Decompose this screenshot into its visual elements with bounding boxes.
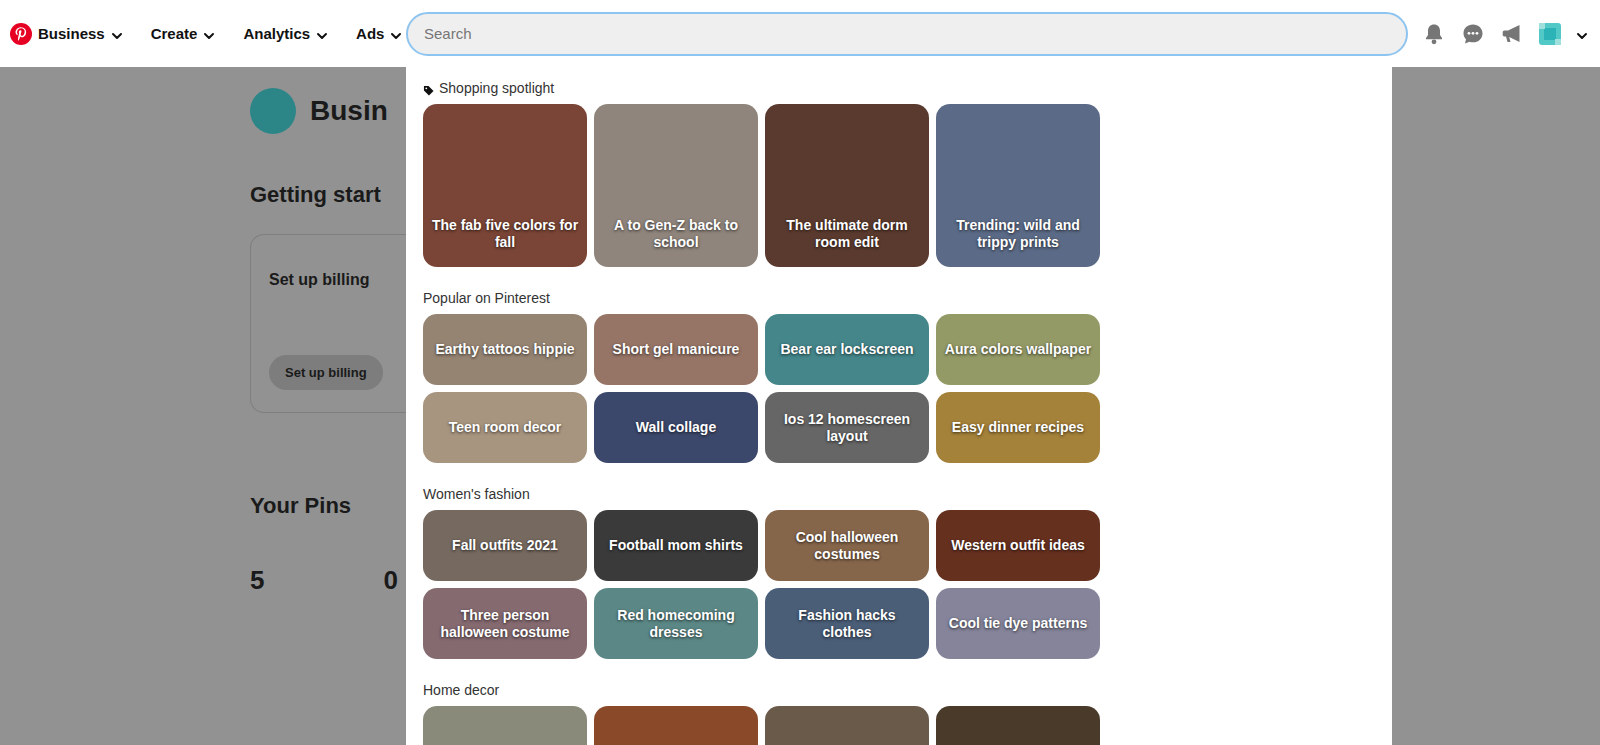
search-tile[interactable]: Teen room decor: [423, 392, 587, 463]
section-title-text: Popular on Pinterest: [423, 290, 550, 306]
search-tile[interactable]: [423, 706, 587, 745]
megaphone-icon[interactable]: [1500, 22, 1524, 46]
search-field[interactable]: [406, 12, 1408, 56]
brand-menu[interactable]: Business: [10, 23, 123, 45]
search-tile[interactable]: A to Gen-Z back to school: [594, 104, 758, 267]
tile-label[interactable]: Fashion hacks clothes: [773, 607, 921, 641]
section-title-text: Women's fashion: [423, 486, 530, 502]
search-tile[interactable]: Cool tie dye patterns: [936, 588, 1100, 659]
tile-label[interactable]: Earthy tattoos hippie: [435, 341, 574, 358]
dropdown-section: Shopping spotlight The fab five colors fo…: [423, 79, 1375, 267]
chevron-down-icon[interactable]: [111, 28, 123, 40]
bell-icon[interactable]: [1422, 22, 1446, 46]
pin-stat: 5: [250, 565, 264, 596]
search-tile[interactable]: The fab five colors for fall: [423, 104, 587, 267]
billing-card: Set up billing Set up billing: [250, 234, 406, 413]
search-tile[interactable]: Trending: wild and trippy prints: [936, 104, 1100, 267]
getting-started-title: Getting start: [250, 182, 406, 208]
section-title: Women's fashion: [423, 485, 1375, 503]
chevron-down-icon[interactable]: [316, 28, 328, 40]
billing-card-title: Set up billing: [269, 271, 406, 289]
search-tile[interactable]: Cool halloween costumes: [765, 510, 929, 581]
search-tile[interactable]: Earthy tattoos hippie: [423, 314, 587, 385]
search-tile[interactable]: Football mom shirts: [594, 510, 758, 581]
tile-label[interactable]: Bear ear lockscreen: [780, 341, 913, 358]
profile-title: Busin: [310, 95, 388, 127]
tile-label[interactable]: Wall collage: [636, 419, 716, 436]
page-column: BusinGetting startSet up billingSet up b…: [250, 67, 406, 596]
search-tile[interactable]: Ios 12 homescreen layout: [765, 392, 929, 463]
section-title: Home decor: [423, 681, 1375, 699]
tile-label[interactable]: Teen room decor: [449, 419, 562, 436]
search-tile[interactable]: Short gel manicure: [594, 314, 758, 385]
section-title-text: Home decor: [423, 682, 499, 698]
account-chevron-icon[interactable]: [1576, 28, 1588, 40]
section-title-text: Shopping spotlight: [439, 80, 554, 96]
tile-label[interactable]: Three person halloween costume: [431, 607, 579, 641]
tile-label[interactable]: Easy dinner recipes: [952, 419, 1084, 436]
search-tile[interactable]: Wall collage: [594, 392, 758, 463]
tile-label[interactable]: Cool halloween costumes: [773, 529, 921, 563]
tile-label[interactable]: The ultimate dorm room edit: [773, 217, 921, 251]
nav-menu[interactable]: Analytics: [243, 25, 328, 42]
account-avatar-icon[interactable]: [1539, 23, 1561, 45]
search-tile[interactable]: [936, 706, 1100, 745]
tile-label[interactable]: Football mom shirts: [609, 537, 743, 554]
chevron-down-icon[interactable]: [390, 28, 402, 40]
search-tile[interactable]: The ultimate dorm room edit: [765, 104, 929, 267]
tile-label[interactable]: Fall outfits 2021: [452, 537, 558, 554]
tile-label[interactable]: Ios 12 homescreen layout: [773, 411, 921, 445]
dropdown-section: Women's fashion Fall outfits 2021 Football…: [423, 485, 1375, 659]
nav-menu-label[interactable]: Analytics: [243, 25, 310, 42]
pins-title: Your Pins: [250, 493, 406, 519]
dropdown-section: Home decor: [423, 681, 1375, 745]
search-tile[interactable]: [765, 706, 929, 745]
search-tile[interactable]: [594, 706, 758, 745]
nav-menu[interactable]: Create: [151, 25, 216, 42]
tile-label[interactable]: Cool tie dye patterns: [949, 615, 1087, 632]
tile-grid: The fab five colors for fall A to Gen-Z b…: [423, 104, 1375, 267]
header-icons: [1408, 22, 1600, 46]
top-bar: Business Create Analytics Ads: [0, 0, 1600, 67]
profile-avatar: [250, 88, 296, 134]
search-tile[interactable]: Easy dinner recipes: [936, 392, 1100, 463]
nav-group: Business Create Analytics Ads: [0, 23, 406, 45]
messages-icon[interactable]: [1461, 22, 1485, 46]
tile-label[interactable]: Short gel manicure: [613, 341, 740, 358]
pin-stat: 0: [384, 565, 398, 596]
search-tile[interactable]: Three person halloween costume: [423, 588, 587, 659]
dropdown-section: Popular on Pinterest Earthy tattoos hippi…: [423, 289, 1375, 463]
profile-header: Busin: [250, 88, 406, 134]
brand-label[interactable]: Business: [38, 25, 123, 42]
dimmed-page: BusinGetting startSet up billingSet up b…: [0, 67, 1600, 745]
search-dropdown: Shopping spotlight The fab five colors fo…: [406, 67, 1392, 745]
nav-menu-label[interactable]: Create: [151, 25, 198, 42]
search-tile[interactable]: Fall outfits 2021: [423, 510, 587, 581]
nav-menu-label[interactable]: Ads: [356, 25, 384, 42]
chevron-down-icon[interactable]: [203, 28, 215, 40]
search-tile[interactable]: Aura colors wallpaper: [936, 314, 1100, 385]
search-tile[interactable]: Fashion hacks clothes: [765, 588, 929, 659]
tile-label[interactable]: Western outfit ideas: [951, 537, 1085, 554]
nav-menu[interactable]: Ads: [356, 25, 402, 42]
tile-label[interactable]: Red homecoming dresses: [602, 607, 750, 641]
pin-stats: 50: [250, 565, 406, 596]
tile-grid: [423, 706, 1375, 745]
search-input[interactable]: [422, 24, 1392, 43]
brand-text[interactable]: Business: [38, 25, 105, 42]
tile-grid: Fall outfits 2021 Football mom shirts Cool…: [423, 510, 1375, 659]
search-tile[interactable]: Bear ear lockscreen: [765, 314, 929, 385]
section-title: Shopping spotlight: [423, 79, 1375, 97]
pinterest-logo-icon[interactable]: [10, 23, 32, 45]
section-title: Popular on Pinterest: [423, 289, 1375, 307]
tile-grid: Earthy tattoos hippie Short gel manicure B…: [423, 314, 1375, 463]
tag-icon: [423, 83, 434, 94]
tile-label[interactable]: The fab five colors for fall: [431, 217, 579, 251]
tile-label[interactable]: Aura colors wallpaper: [945, 341, 1091, 358]
tile-label[interactable]: Trending: wild and trippy prints: [944, 217, 1092, 251]
billing-button[interactable]: Set up billing: [269, 355, 383, 390]
search-tile[interactable]: Western outfit ideas: [936, 510, 1100, 581]
search-tile[interactable]: Red homecoming dresses: [594, 588, 758, 659]
tile-label[interactable]: A to Gen-Z back to school: [602, 217, 750, 251]
